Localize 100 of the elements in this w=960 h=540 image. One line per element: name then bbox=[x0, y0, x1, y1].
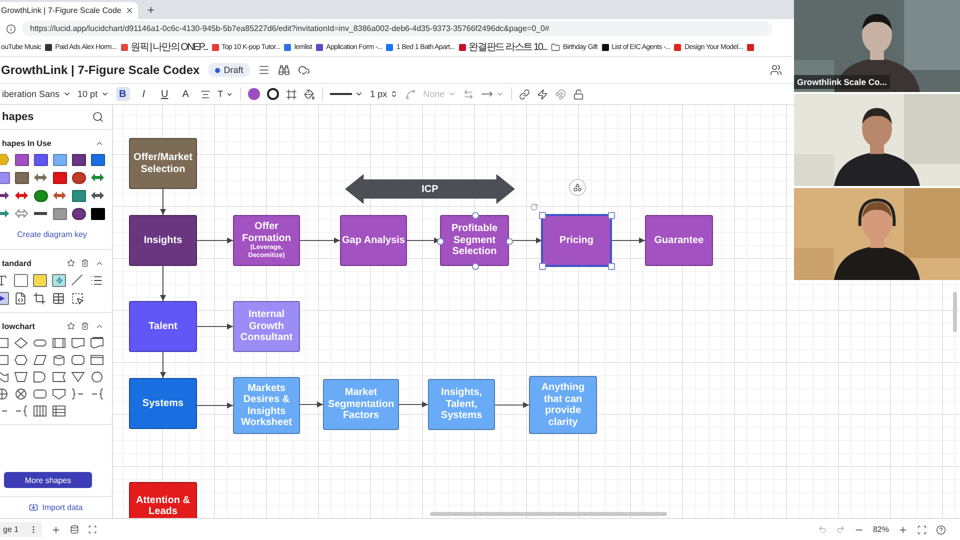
style-icon[interactable] bbox=[304, 88, 316, 100]
table-icon[interactable] bbox=[52, 292, 65, 305]
document-icon[interactable] bbox=[14, 292, 27, 305]
flowchart-shape-icon[interactable] bbox=[52, 405, 66, 417]
process-node[interactable]: Insights bbox=[129, 215, 197, 266]
star-icon[interactable] bbox=[67, 322, 75, 330]
process-node[interactable]: Systems bbox=[129, 378, 197, 429]
flowchart-shape-icon[interactable] bbox=[14, 388, 28, 400]
resize-handle[interactable] bbox=[608, 263, 615, 270]
menu-icon[interactable] bbox=[258, 64, 270, 76]
shape-swatch[interactable] bbox=[15, 190, 28, 201]
scrollbar[interactable] bbox=[953, 292, 957, 332]
font-select[interactable]: iberation Sans bbox=[2, 89, 71, 99]
bookmark[interactable]: 원픽 | 나만의 ONEP... bbox=[120, 40, 208, 54]
flowchart-shape-icon[interactable] bbox=[33, 337, 47, 349]
flowchart-shape-icon[interactable] bbox=[14, 354, 28, 366]
browser-tab[interactable]: GrowthLink | 7-Figure Scale Code bbox=[0, 2, 138, 19]
trash-icon[interactable] bbox=[81, 322, 89, 330]
magnet-icon[interactable] bbox=[554, 88, 566, 100]
flowchart-shape-icon[interactable] bbox=[52, 337, 66, 349]
flowchart-shape-icon[interactable] bbox=[33, 354, 47, 366]
rectangle-icon[interactable] bbox=[14, 274, 28, 287]
process-node[interactable]: Attention & Leads bbox=[129, 482, 197, 518]
lightning-tile-icon[interactable] bbox=[52, 274, 66, 287]
lightning-icon[interactable] bbox=[536, 88, 548, 100]
flowchart-shape-icon[interactable] bbox=[52, 388, 66, 400]
bookmark[interactable]: 완결판드 라스트 10... bbox=[458, 40, 547, 54]
flowchart-shape-icon[interactable] bbox=[52, 354, 66, 366]
page-tab[interactable]: ge 1 bbox=[0, 522, 42, 537]
cloud-check-icon[interactable] bbox=[298, 64, 310, 76]
resize-handle[interactable] bbox=[539, 263, 546, 270]
collaborators-icon[interactable] bbox=[770, 64, 782, 76]
flowchart-shape-icon[interactable] bbox=[14, 337, 28, 349]
resize-handle[interactable] bbox=[608, 212, 615, 219]
crop-icon[interactable] bbox=[33, 292, 46, 305]
shape-swatch[interactable] bbox=[34, 172, 47, 183]
resize-handle[interactable] bbox=[539, 212, 546, 219]
close-icon[interactable] bbox=[125, 6, 134, 15]
new-tab-button[interactable]: + bbox=[144, 2, 158, 19]
swap-icon[interactable] bbox=[462, 88, 474, 100]
line-width-select[interactable]: 1 px bbox=[370, 89, 398, 99]
database-icon[interactable] bbox=[70, 525, 79, 534]
format-button[interactable]: B bbox=[116, 87, 130, 101]
container-icon[interactable] bbox=[71, 292, 84, 305]
flowchart-shape-icon[interactable] bbox=[71, 337, 85, 349]
trash-icon[interactable] bbox=[81, 259, 89, 267]
create-diagram-key-link[interactable]: Create diagram key bbox=[0, 224, 104, 242]
align-icon[interactable] bbox=[200, 88, 211, 100]
star-icon[interactable] bbox=[67, 259, 75, 267]
flowchart-shape-icon[interactable] bbox=[52, 371, 66, 383]
fit-icon[interactable] bbox=[917, 524, 927, 534]
link-icon[interactable] bbox=[518, 88, 530, 100]
shape-swatch[interactable] bbox=[53, 190, 66, 201]
text-options-button[interactable]: T bbox=[218, 89, 234, 99]
shape-actions-button[interactable] bbox=[569, 179, 586, 196]
process-node[interactable]: Talent bbox=[129, 301, 197, 352]
diagram-canvas[interactable] bbox=[113, 105, 960, 518]
more-shapes-button[interactable]: More shapes bbox=[4, 472, 92, 488]
process-node[interactable]: Gap Analysis bbox=[340, 215, 407, 266]
format-button[interactable]: U bbox=[158, 87, 172, 101]
connection-point[interactable] bbox=[437, 238, 444, 244]
address-field[interactable]: https://lucid.app/lucidchart/d91146a1-0c6c-4130-945b-5b7ea85227d6/edit?invitationId=inv_8386a002-deb6-4d35-9373-35766f2496dc&page=0_0# bbox=[22, 21, 772, 36]
process-node[interactable]: Guarantee bbox=[645, 215, 713, 266]
process-node[interactable]: Profitable Segment Selection bbox=[440, 215, 509, 266]
flowchart-shape-icon[interactable] bbox=[33, 405, 47, 417]
flowchart-shape-icon[interactable] bbox=[71, 354, 85, 366]
connection-point[interactable] bbox=[506, 238, 513, 244]
shape-swatch[interactable] bbox=[91, 172, 104, 183]
flowchart-shape-icon[interactable] bbox=[90, 371, 104, 383]
binoculars-icon[interactable] bbox=[278, 64, 290, 76]
scrollbar[interactable] bbox=[430, 512, 667, 516]
line-icon[interactable] bbox=[71, 274, 83, 286]
fill-color-button[interactable] bbox=[248, 88, 260, 100]
font-size-select[interactable]: 10 pt bbox=[78, 89, 109, 99]
shape-swatch[interactable] bbox=[91, 190, 104, 201]
format-button[interactable]: A bbox=[178, 87, 193, 101]
shape-swatch[interactable] bbox=[15, 208, 28, 219]
flowchart-shape-icon[interactable] bbox=[14, 405, 28, 417]
add-page-icon[interactable] bbox=[50, 524, 61, 534]
flowchart-shape-icon[interactable] bbox=[90, 337, 104, 349]
line-style-select[interactable] bbox=[330, 90, 364, 98]
flowchart-shape-icon[interactable] bbox=[71, 371, 85, 383]
lock-icon[interactable] bbox=[572, 88, 584, 100]
format-button[interactable]: I bbox=[136, 87, 151, 101]
process-node[interactable]: Pricing bbox=[542, 215, 611, 266]
import-data-link[interactable]: Import data bbox=[0, 496, 112, 518]
search-icon[interactable] bbox=[92, 111, 104, 123]
flowchart-shape-icon[interactable] bbox=[90, 354, 104, 366]
connection-point[interactable] bbox=[472, 212, 478, 219]
rotate-icon[interactable] bbox=[530, 203, 538, 211]
flowchart-shape-icon[interactable] bbox=[14, 371, 28, 383]
help-icon[interactable] bbox=[936, 524, 946, 534]
frame-icon[interactable] bbox=[286, 88, 298, 100]
flowchart-shape-icon[interactable] bbox=[33, 388, 47, 400]
flowchart-shape-icon[interactable] bbox=[33, 371, 47, 383]
line-color-button[interactable] bbox=[267, 88, 280, 100]
sticky-note-icon[interactable] bbox=[33, 274, 47, 287]
process-node[interactable]: Offer/Market Selection bbox=[129, 138, 197, 189]
connector-icon[interactable] bbox=[405, 88, 416, 100]
zoom-in-icon[interactable] bbox=[898, 524, 908, 534]
